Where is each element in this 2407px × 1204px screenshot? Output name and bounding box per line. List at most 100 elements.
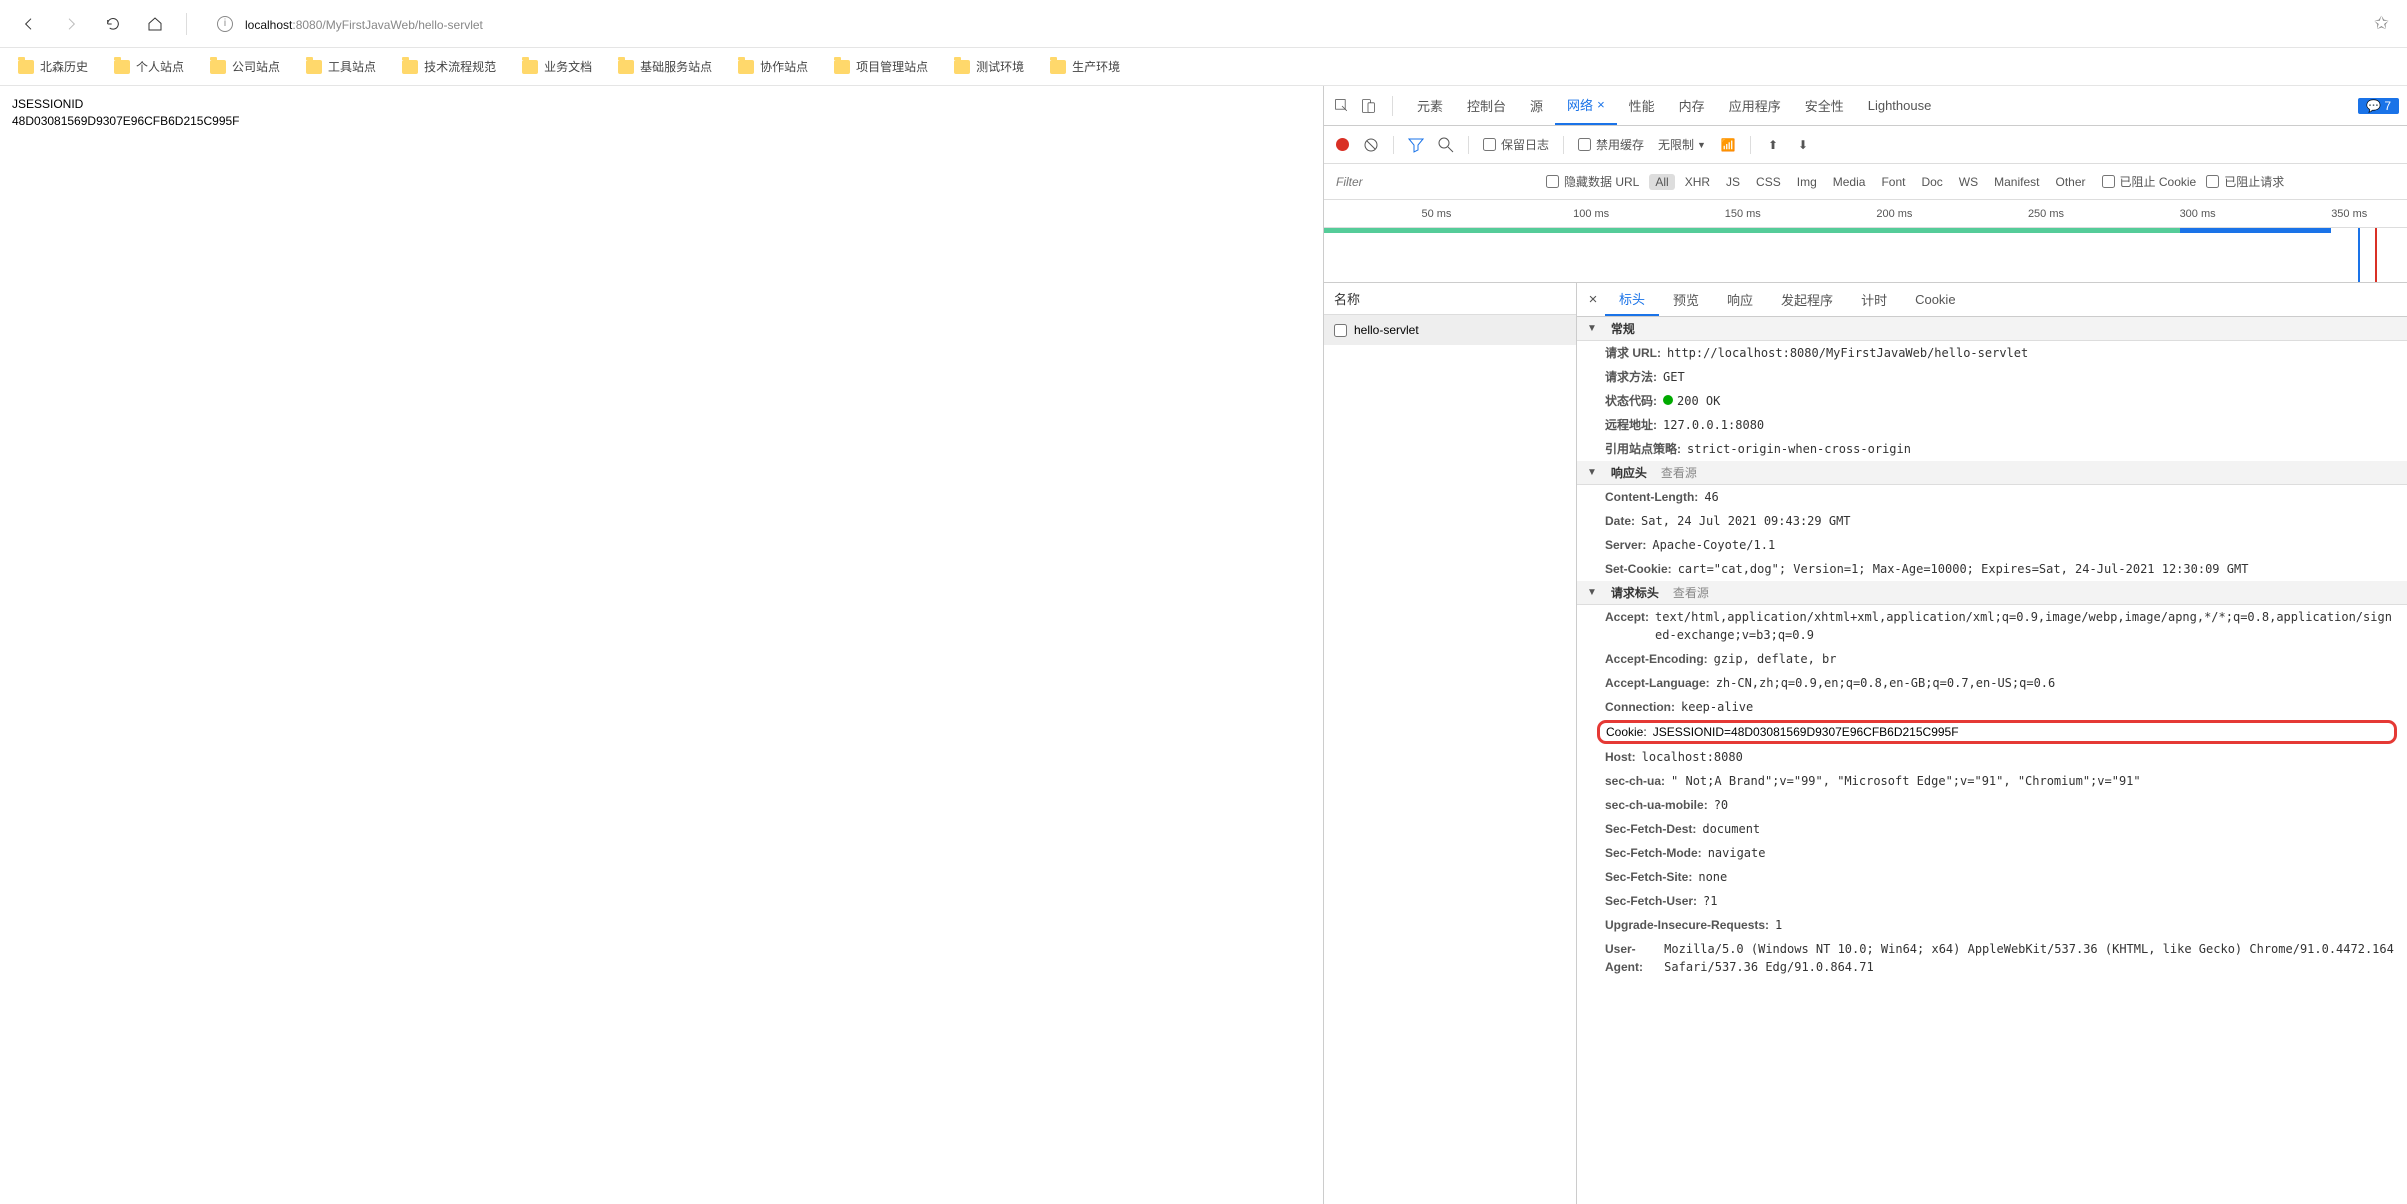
browser-toolbar: i localhost:8080/MyFirstJavaWeb/hello-se… <box>0 0 2407 48</box>
detail-tab[interactable]: 发起程序 <box>1767 283 1847 316</box>
preserve-log-checkbox[interactable]: 保留日志 <box>1483 136 1549 153</box>
blocked-requests-checkbox[interactable]: 已阻止请求 <box>2206 173 2284 190</box>
close-detail-icon[interactable]: × <box>1581 291 1605 308</box>
request-item[interactable]: hello-servlet <box>1324 315 1576 345</box>
filter-type-manifest[interactable]: Manifest <box>1988 174 2045 190</box>
bookmark-item[interactable]: 技术流程规范 <box>402 58 496 75</box>
section-header[interactable]: ▼请求标头查看源 <box>1577 581 2407 605</box>
devtools-tab[interactable]: 性能 <box>1617 86 1667 125</box>
favorites-icon[interactable]: ✩ <box>2374 13 2389 34</box>
search-icon[interactable] <box>1438 137 1454 153</box>
reload-button[interactable] <box>102 13 124 35</box>
header-row: Host: localhost:8080 <box>1577 745 2407 769</box>
bookmark-item[interactable]: 工具站点 <box>306 58 376 75</box>
export-har-icon[interactable]: ⬇ <box>1795 137 1811 153</box>
filter-type-css[interactable]: CSS <box>1750 174 1787 190</box>
filter-type-media[interactable]: Media <box>1827 174 1872 190</box>
import-har-icon[interactable]: ⬆ <box>1765 137 1781 153</box>
site-info-icon[interactable]: i <box>217 16 233 32</box>
detail-tab[interactable]: 计时 <box>1847 283 1901 316</box>
devtools-tab[interactable]: 元素 <box>1405 86 1455 125</box>
filter-type-img[interactable]: Img <box>1791 174 1823 190</box>
folder-icon <box>114 60 130 74</box>
bookmark-item[interactable]: 公司站点 <box>210 58 280 75</box>
collapse-arrow-icon: ▼ <box>1587 587 1597 598</box>
section-header[interactable]: ▼常规 <box>1577 317 2407 341</box>
section-header[interactable]: ▼响应头查看源 <box>1577 461 2407 485</box>
header-row: Accept-Encoding: gzip, deflate, br <box>1577 647 2407 671</box>
header-row: User-Agent: Mozilla/5.0 (Windows NT 10.0… <box>1577 937 2407 979</box>
collapse-arrow-icon: ▼ <box>1587 323 1597 334</box>
bookmark-item[interactable]: 业务文档 <box>522 58 592 75</box>
disable-cache-checkbox[interactable]: 禁用缓存 <box>1578 136 1644 153</box>
device-toggle-icon[interactable] <box>1358 96 1378 116</box>
filter-type-all[interactable]: All <box>1649 174 1674 190</box>
view-source-link[interactable]: 查看源 <box>1661 464 1697 481</box>
request-list-header[interactable]: 名称 <box>1324 283 1576 315</box>
folder-icon <box>954 60 970 74</box>
timeline-tick: 200 ms <box>1876 208 1912 220</box>
url-text: localhost:8080/MyFirstJavaWeb/hello-serv… <box>245 16 483 32</box>
timeline-tick: 50 ms <box>1421 208 1451 220</box>
inspect-element-icon[interactable] <box>1332 96 1352 116</box>
timeline-tick: 300 ms <box>2180 208 2216 220</box>
detail-tab[interactable]: 响应 <box>1713 283 1767 316</box>
filter-type-xhr[interactable]: XHR <box>1679 174 1716 190</box>
messages-badge[interactable]: 💬 7 <box>2358 98 2399 114</box>
bookmark-item[interactable]: 测试环境 <box>954 58 1024 75</box>
bookmark-item[interactable]: 北森历史 <box>18 58 88 75</box>
devtools-tab[interactable]: 应用程序 <box>1717 86 1793 125</box>
view-source-link[interactable]: 查看源 <box>1673 584 1709 601</box>
address-bar[interactable]: i localhost:8080/MyFirstJavaWeb/hello-se… <box>207 12 2354 36</box>
filter-type-other[interactable]: Other <box>2050 174 2092 190</box>
hide-data-url-checkbox[interactable]: 隐藏数据 URL <box>1546 173 1639 190</box>
close-tab-icon[interactable]: × <box>1597 97 1605 112</box>
folder-icon <box>738 60 754 74</box>
devtools-tab[interactable]: Lighthouse <box>1856 86 1944 125</box>
back-button[interactable] <box>18 13 40 35</box>
timeline-tick: 250 ms <box>2028 208 2064 220</box>
header-row: Sec-Fetch-Site: none <box>1577 865 2407 889</box>
network-conditions-icon[interactable]: 📶 <box>1720 137 1736 153</box>
devtools-tab[interactable]: 网络× <box>1555 86 1617 125</box>
filter-type-doc[interactable]: Doc <box>1915 174 1948 190</box>
bookmark-item[interactable]: 项目管理站点 <box>834 58 928 75</box>
header-row: Content-Length: 46 <box>1577 485 2407 509</box>
bookmark-item[interactable]: 基础服务站点 <box>618 58 712 75</box>
bookmark-item[interactable]: 生产环境 <box>1050 58 1120 75</box>
detail-tab[interactable]: 预览 <box>1659 283 1713 316</box>
filter-type-js[interactable]: JS <box>1720 174 1746 190</box>
header-row: Server: Apache-Coyote/1.1 <box>1577 533 2407 557</box>
devtools-tab[interactable]: 控制台 <box>1455 86 1518 125</box>
bookmark-item[interactable]: 个人站点 <box>114 58 184 75</box>
header-row: 远程地址: 127.0.0.1:8080 <box>1577 413 2407 437</box>
request-checkbox[interactable] <box>1334 324 1347 337</box>
clear-icon[interactable] <box>1363 137 1379 153</box>
bookmarks-bar: 北森历史 个人站点 公司站点 工具站点 技术流程规范 业务文档 基础服务站点 协作站点 项目管理… <box>0 48 2407 86</box>
filter-icon[interactable] <box>1408 137 1424 153</box>
filter-input[interactable] <box>1336 175 1536 189</box>
folder-icon <box>306 60 322 74</box>
bookmark-item[interactable]: 协作站点 <box>738 58 808 75</box>
forward-button[interactable] <box>60 13 82 35</box>
filter-type-font[interactable]: Font <box>1875 174 1911 190</box>
folder-icon <box>18 60 34 74</box>
filter-type-ws[interactable]: WS <box>1953 174 1984 190</box>
waterfall-overview[interactable] <box>1324 228 2407 283</box>
detail-tab[interactable]: Cookie <box>1901 283 1969 316</box>
timeline-ruler[interactable]: 50 ms100 ms150 ms200 ms250 ms300 ms350 m… <box>1324 200 2407 228</box>
home-button[interactable] <box>144 13 166 35</box>
status-dot-icon <box>1663 395 1673 405</box>
header-row: 状态代码: 200 OK <box>1577 389 2407 413</box>
devtools-tab[interactable]: 内存 <box>1667 86 1717 125</box>
record-button[interactable] <box>1336 138 1349 151</box>
throttle-select[interactable]: 无限制 ▼ <box>1658 136 1706 153</box>
devtools-tab[interactable]: 安全性 <box>1793 86 1856 125</box>
blocked-cookies-checkbox[interactable]: 已阻止 Cookie <box>2102 173 2197 190</box>
header-row: sec-ch-ua-mobile: ?0 <box>1577 793 2407 817</box>
devtools-panel: 元素控制台源网络×性能内存应用程序安全性Lighthouse 💬 7 保留日志 … <box>1323 86 2407 1204</box>
folder-icon <box>618 60 634 74</box>
devtools-tab[interactable]: 源 <box>1518 86 1555 125</box>
detail-tab[interactable]: 标头 <box>1605 283 1659 316</box>
devtools-tabs: 元素控制台源网络×性能内存应用程序安全性Lighthouse 💬 7 <box>1324 86 2407 126</box>
